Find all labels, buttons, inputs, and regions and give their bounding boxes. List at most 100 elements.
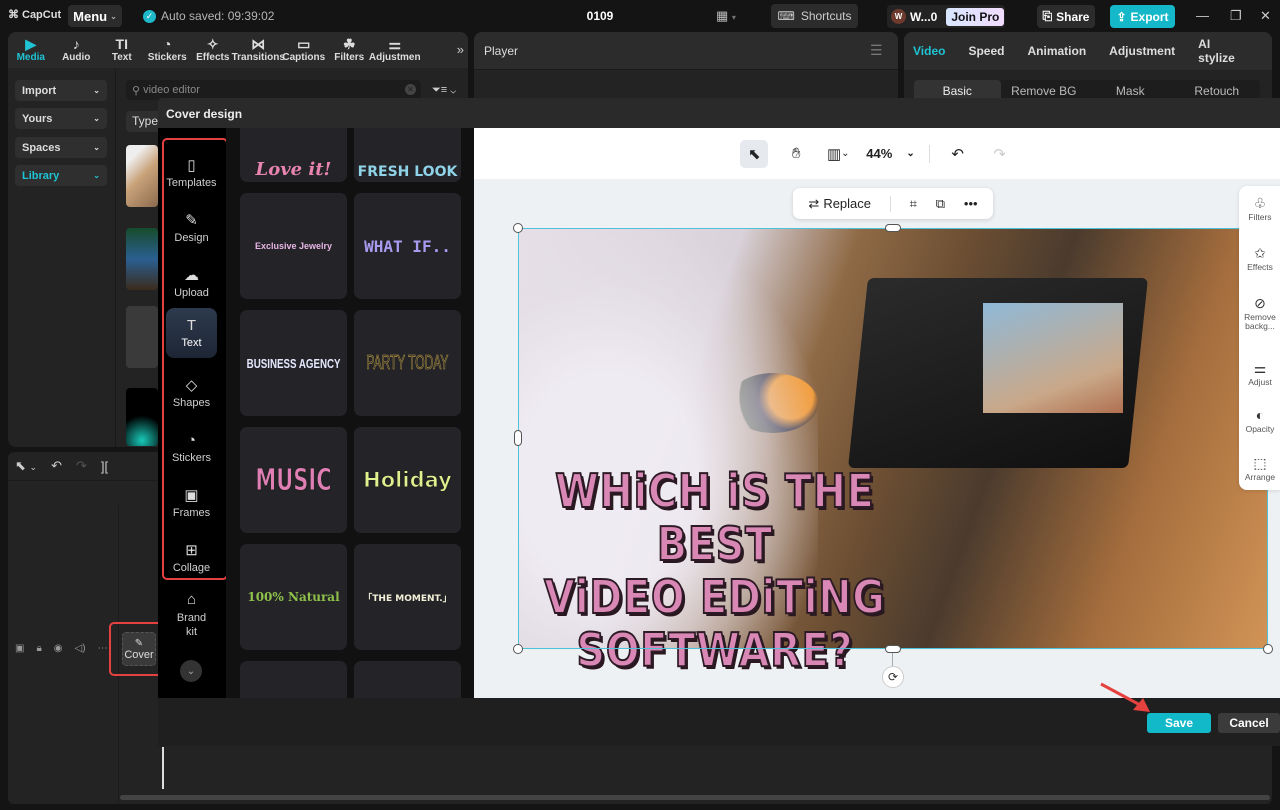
select-tool-icon[interactable]: ⬉ — [740, 139, 769, 168]
tab-media[interactable]: ▶ Media — [8, 32, 54, 68]
tab-stickers[interactable]: ◔ Stickers — [145, 32, 191, 68]
filter-icon[interactable]: ⏷≡ ⌄ — [432, 84, 456, 97]
layout-icon[interactable]: ▥ ⌄ — [824, 140, 852, 168]
text-template[interactable]: Exclusive Jewelry — [240, 193, 347, 299]
sidebar-import[interactable]: Import ⌄ — [15, 80, 107, 101]
tab-video[interactable]: Video — [913, 44, 945, 58]
resize-handle[interactable] — [513, 644, 523, 654]
search-input[interactable]: ⚲ video editor ✕ — [126, 80, 421, 100]
tab-label: Audio — [62, 52, 91, 63]
resize-handle[interactable] — [513, 223, 523, 233]
more-icon[interactable]: ⋯ — [98, 643, 108, 654]
redo-icon[interactable]: ↷ — [986, 140, 1014, 168]
nav-brand-kit[interactable]: ⌂ Brand kit — [166, 590, 217, 640]
side-tool-arrange[interactable]: ⬚ Arrange — [1235, 456, 1280, 482]
more-icon[interactable]: ••• — [964, 196, 978, 211]
menu-icon[interactable]: ☰ — [870, 42, 883, 59]
tab-speed[interactable]: Speed — [968, 44, 1004, 58]
tab-label: Stickers — [147, 52, 187, 63]
text-template[interactable]: Love it! — [240, 128, 347, 182]
replace-button[interactable]: ⇄ Replace — [808, 196, 871, 212]
tab-text[interactable]: TI Text — [99, 32, 145, 68]
expand-more-button[interactable]: ⌄ — [180, 660, 202, 682]
zoom-select[interactable]: 44% ⌄ — [866, 140, 914, 168]
share-icon: ⎘ — [1042, 9, 1053, 23]
tab-adjustmen[interactable]: ⚌ Adjustmen — [369, 32, 421, 68]
text-template[interactable]: 100% Natural — [240, 544, 347, 650]
capcut-logo-icon: ⌘ — [8, 9, 19, 21]
sidebar-yours[interactable]: Yours ⌄ — [15, 108, 107, 129]
tab-ai-stylize[interactable]: AI stylize — [1198, 37, 1249, 65]
menu-button[interactable]: Menu ⌄ — [68, 5, 122, 27]
side-tool-remove[interactable]: ⊘ Remove backg... — [1235, 296, 1280, 331]
tab-animation[interactable]: Animation — [1027, 44, 1086, 58]
join-pro-button[interactable]: Join Pro — [946, 7, 1005, 26]
tab-label: Text — [111, 52, 132, 63]
more-tabs-icon[interactable]: » — [457, 42, 464, 57]
layout-icon[interactable]: ▦ ▾ — [716, 8, 736, 24]
clear-search-icon[interactable]: ✕ — [405, 84, 416, 95]
resize-handle[interactable] — [885, 224, 901, 232]
share-button[interactable]: ⎘ Share — [1037, 5, 1095, 28]
redo-icon[interactable]: ↷ — [76, 458, 87, 474]
text-template[interactable]: Holiday — [354, 427, 461, 533]
minimize-icon[interactable]: — — [1196, 8, 1209, 23]
text-template[interactable] — [354, 661, 461, 698]
tab-filters[interactable]: ☘ Filters — [327, 32, 373, 68]
select-tool-icon[interactable]: ⬉ ⌄ — [15, 458, 37, 474]
track-video-icon[interactable]: ▣ — [15, 643, 24, 654]
hand-tool-icon[interactable]: ✋︎ — [782, 140, 810, 168]
sidebar-spaces[interactable]: Spaces ⌄ — [15, 137, 107, 158]
save-button[interactable]: Save — [1147, 713, 1211, 733]
resize-handle[interactable] — [885, 645, 901, 653]
user-account[interactable]: W W...0 Join Pro — [887, 5, 1005, 28]
undo-icon[interactable]: ↶ — [51, 458, 62, 474]
text-template[interactable]: WHAT IF.. — [354, 193, 461, 299]
side-tool-opacity[interactable]: ◐ Opacity — [1235, 408, 1280, 434]
tab-adjustment[interactable]: Adjustment — [1109, 44, 1175, 58]
text-template[interactable]: BUSINESS AGENCY — [240, 310, 347, 416]
side-tool-filters[interactable]: ♧ Filters — [1235, 196, 1280, 222]
media-thumbnail[interactable] — [126, 228, 158, 290]
side-tool-effects[interactable]: ✩ Effects — [1235, 246, 1280, 272]
shortcuts-button[interactable]: ⌨ Shortcuts — [771, 4, 858, 28]
cover-title-text[interactable]: WHiCH iS THE BEST ViDEO EDiTiNG SOFTWARE… — [530, 464, 900, 678]
stickers-icon: ◔ — [163, 36, 172, 52]
text-template[interactable] — [240, 661, 347, 698]
eye-icon[interactable]: ◉ — [54, 643, 63, 654]
text-template[interactable]: FRESH LOOK — [354, 128, 461, 182]
split-icon[interactable]: ][ — [101, 459, 108, 474]
volume-icon[interactable]: ◁) — [75, 643, 86, 654]
text-template[interactable]: MUSIC — [240, 427, 347, 533]
crop-icon[interactable]: ⌗ — [910, 196, 917, 212]
resize-handle[interactable] — [514, 430, 522, 446]
playhead[interactable] — [162, 747, 164, 789]
template-label: 「THE MOMENT.」 — [363, 593, 452, 604]
sidebar-library[interactable]: Library ⌄ — [15, 165, 107, 186]
export-button[interactable]: ⇪ Export — [1110, 5, 1175, 28]
undo-icon[interactable]: ↶ — [944, 140, 972, 168]
cover-button[interactable]: ✎ Cover — [122, 632, 156, 666]
tab-captions[interactable]: ▭ Captions — [281, 32, 327, 68]
template-label: Exclusive Jewelry — [254, 241, 333, 251]
text-template[interactable]: PARTY TODAY — [354, 310, 461, 416]
rotate-icon[interactable]: ⟳ — [882, 666, 904, 688]
tab-audio[interactable]: ♪ Audio — [54, 32, 100, 68]
cancel-button[interactable]: Cancel — [1218, 713, 1280, 733]
tab-transitions[interactable]: ⋈ Transitions — [232, 32, 285, 68]
duplicate-icon[interactable]: ⧉ — [936, 196, 945, 212]
media-thumbnail[interactable] — [126, 145, 158, 207]
tab-label: Captions — [282, 52, 326, 63]
tab-effects[interactable]: ✧ Effects — [190, 32, 236, 68]
close-icon[interactable]: ✕ — [1260, 8, 1271, 24]
divider — [889, 195, 891, 212]
timeline-scrollbar[interactable] — [120, 795, 1270, 800]
resize-handle[interactable] — [1263, 644, 1273, 654]
restore-icon[interactable]: ❐ — [1230, 8, 1242, 24]
canvas-side-tools: ♧ Filters ✩ Effects ⊘ Remove backg... ⚌ Adjust ◐… — [1239, 186, 1280, 490]
side-tool-adjust[interactable]: ⚌ Adjust — [1235, 361, 1280, 387]
media-thumbnail[interactable] — [126, 306, 158, 368]
text-template[interactable]: 「THE MOMENT.」 — [354, 544, 461, 650]
lock-icon[interactable]: 🔒︎ — [36, 643, 41, 654]
media-thumbnail[interactable] — [126, 388, 158, 446]
